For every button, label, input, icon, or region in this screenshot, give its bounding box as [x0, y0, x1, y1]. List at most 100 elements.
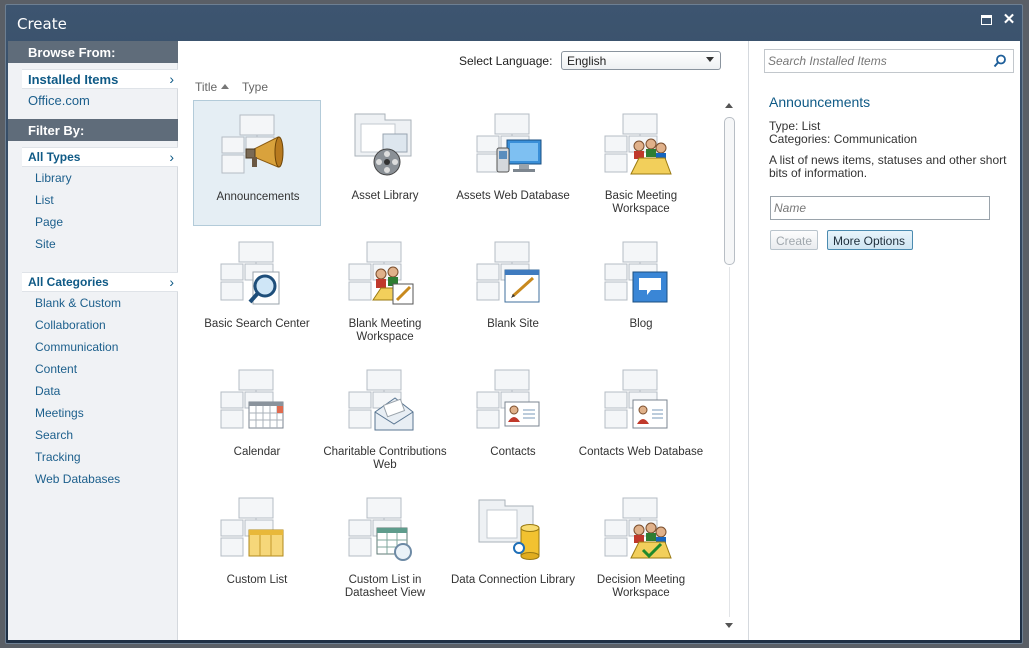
template-label: Asset Library	[351, 190, 419, 202]
template-label: Contacts	[490, 446, 536, 458]
template-blog[interactable]: Blog	[577, 228, 705, 354]
close-icon: ✕	[1002, 11, 1016, 28]
browse-installed-items[interactable]: Installed Items ›	[22, 69, 178, 89]
filter-all-types[interactable]: All Types ›	[22, 147, 178, 167]
template-label: Basic Meeting Workspace	[604, 190, 678, 215]
name-field[interactable]	[770, 196, 990, 220]
selected-template-categories: Categories: Communication	[769, 132, 918, 146]
language-select[interactable]: English	[561, 51, 721, 70]
language-value: English	[567, 54, 607, 68]
template-label: Assets Web Database	[456, 190, 570, 202]
template-basic-meeting-workspace[interactable]: Basic Meeting Workspace	[577, 100, 705, 226]
scrollbar-thumb[interactable]	[724, 117, 735, 265]
filter-pane: Browse From: Installed Items › Office.co…	[8, 41, 178, 640]
template-charitable-contributions-web[interactable]: Charitable Contributions Web	[321, 356, 449, 482]
dialog-content: Browse From: Installed Items › Office.co…	[8, 41, 1020, 640]
scroll-up-arrow-icon[interactable]	[725, 103, 733, 108]
template-label: Charitable Contributions Web	[323, 446, 447, 471]
dialog-title: Create	[17, 15, 67, 33]
template-decision-meeting-workspace[interactable]: Decision Meeting Workspace	[577, 484, 705, 610]
selected-template-title: Announcements	[769, 94, 871, 110]
chevron-right-icon: ›	[169, 71, 174, 87]
template-custom-list-datasheet[interactable]: Custom List in Datasheet View	[321, 484, 449, 610]
envelope-icon	[348, 369, 414, 431]
blank-page-pencil-icon	[476, 241, 540, 303]
details-pane: Announcements Type: List Categories: Com…	[748, 41, 1020, 640]
template-custom-list[interactable]: Custom List	[193, 484, 321, 610]
filter-category-content[interactable]: Content	[35, 362, 77, 376]
database-cylinder-icon	[478, 499, 540, 560]
template-assets-web-database[interactable]: Assets Web Database	[449, 100, 577, 226]
maximize-button[interactable]	[980, 13, 994, 27]
template-blank-meeting-workspace[interactable]: Blank Meeting Workspace	[321, 228, 449, 354]
filter-all-types-label: All Types	[28, 150, 81, 164]
filter-all-categories[interactable]: All Categories ›	[22, 272, 178, 292]
custom-list-icon	[220, 497, 284, 557]
filter-category-tracking[interactable]: Tracking	[35, 450, 81, 464]
filter-category-collaboration[interactable]: Collaboration	[35, 318, 106, 332]
template-calendar[interactable]: Calendar	[193, 356, 321, 482]
template-label: Custom List	[226, 574, 288, 586]
template-contacts[interactable]: Contacts	[449, 356, 577, 482]
template-asset-library[interactable]: Asset Library	[321, 100, 449, 226]
create-button[interactable]: Create	[770, 230, 818, 250]
meeting-people-icon	[604, 113, 672, 175]
filter-category-meetings[interactable]: Meetings	[35, 406, 84, 420]
datasheet-icon	[348, 497, 412, 561]
selected-template-description: A list of news items, statuses and other…	[769, 153, 1007, 180]
filter-category-search[interactable]: Search	[35, 428, 73, 442]
template-label: Announcements	[216, 191, 300, 203]
maximize-icon	[981, 15, 992, 25]
template-label: Calendar	[233, 446, 281, 458]
magnifier-icon	[220, 241, 280, 305]
search-icon[interactable]	[993, 54, 1007, 68]
scroll-down-arrow-icon[interactable]	[725, 623, 733, 628]
language-label: Select Language:	[459, 54, 553, 68]
filter-type-page[interactable]: Page	[35, 215, 63, 229]
template-gallery: Select Language: English Title Type Anno…	[191, 41, 737, 640]
template-label: Data Connection Library	[450, 574, 575, 586]
search-input[interactable]	[768, 53, 983, 69]
template-basic-search-center[interactable]: Basic Search Center	[193, 228, 321, 354]
sort-by-type[interactable]: Type	[242, 80, 268, 94]
dropdown-arrow-icon	[706, 57, 714, 62]
sort-ascending-icon	[221, 84, 230, 89]
template-label: Custom List in Datasheet View	[344, 574, 426, 599]
gallery-scrollbar[interactable]	[722, 99, 737, 633]
chevron-right-icon: ›	[169, 274, 174, 290]
search-box[interactable]	[764, 49, 1014, 73]
filter-type-list[interactable]: List	[35, 193, 54, 207]
browse-office-com[interactable]: Office.com	[28, 93, 90, 108]
sort-title-label: Title	[195, 80, 218, 94]
filter-by-header: Filter By:	[8, 119, 178, 141]
filter-category-communication[interactable]: Communication	[35, 340, 118, 354]
meeting-check-icon	[604, 497, 672, 559]
template-label: Blank Meeting Workspace	[348, 318, 422, 343]
filter-type-site[interactable]: Site	[35, 237, 56, 251]
filter-category-web-databases[interactable]: Web Databases	[35, 472, 120, 486]
media-reel-icon	[354, 113, 412, 176]
filter-type-library[interactable]: Library	[35, 171, 72, 185]
create-dialog: Create ✕ Browse From: Installed Items › …	[5, 4, 1023, 644]
browse-from-header: Browse From:	[8, 41, 178, 63]
more-options-button[interactable]: More Options	[827, 230, 913, 250]
filter-category-data[interactable]: Data	[35, 384, 60, 398]
selected-template-type: Type: List	[769, 119, 821, 133]
name-input[interactable]	[774, 200, 984, 216]
template-announcements[interactable]: Announcements	[193, 100, 321, 226]
template-label: Blog	[629, 318, 653, 330]
filter-all-categories-label: All Categories	[28, 275, 109, 289]
template-label: Blank Site	[487, 318, 539, 330]
template-label: Decision Meeting Workspace	[596, 574, 686, 599]
computer-phone-icon	[476, 113, 542, 173]
template-blank-site[interactable]: Blank Site	[449, 228, 577, 354]
chevron-right-icon: ›	[169, 149, 174, 165]
filter-category-blank-custom[interactable]: Blank & Custom	[35, 296, 121, 310]
contact-card-db-icon	[604, 369, 668, 429]
meeting-edit-icon	[348, 241, 414, 305]
template-data-connection-library[interactable]: Data Connection Library	[449, 484, 577, 610]
template-label: Basic Search Center	[204, 318, 310, 330]
sort-by-title[interactable]: Title	[195, 80, 230, 94]
template-contacts-web-database[interactable]: Contacts Web Database	[577, 356, 705, 482]
close-button[interactable]: ✕	[1002, 11, 1016, 28]
